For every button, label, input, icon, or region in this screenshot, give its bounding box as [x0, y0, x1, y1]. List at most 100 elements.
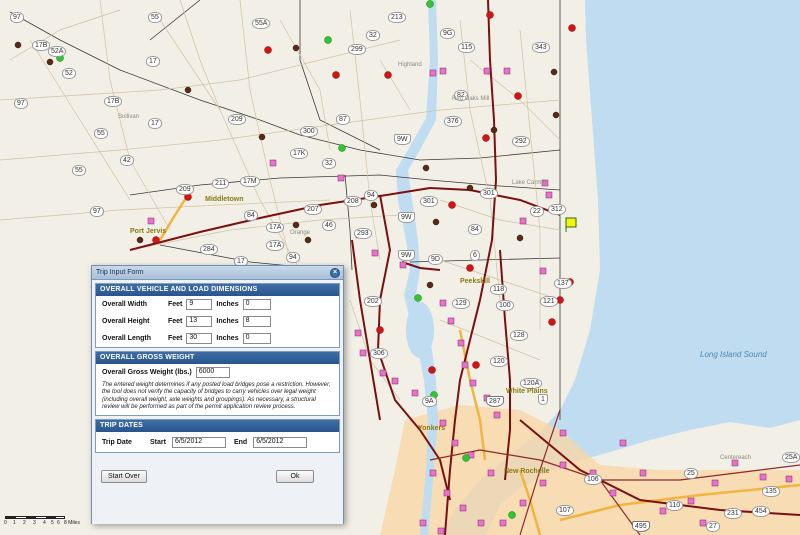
inches-label: Inches: [216, 335, 239, 342]
route-shield: 115: [458, 42, 476, 53]
scale-tick: 8 Miles: [64, 520, 80, 526]
route-shield: 52: [62, 68, 76, 79]
route-shield: 94: [286, 252, 300, 263]
height-row: Overall Height Feet 13 Inches 8: [96, 313, 339, 330]
route-shield: 284: [200, 244, 218, 255]
place-label: Centereach: [720, 455, 752, 461]
town-label: Port Jervis: [130, 228, 167, 235]
route-shield: 343: [532, 42, 550, 53]
width-inches-input[interactable]: 0: [242, 299, 271, 310]
length-row: Overall Length Feet 30 Inches 0: [96, 330, 339, 347]
width-feet-input[interactable]: 9: [186, 299, 213, 310]
route-shield: 120: [490, 356, 508, 367]
route-shield: 17B: [104, 96, 123, 107]
route-shield: 209: [176, 184, 194, 195]
route-shield: 9A: [422, 396, 437, 407]
route-shield: 55: [148, 12, 162, 23]
weight-section: OVERALL GROSS WEIGHT Overall Gross Weigh…: [95, 351, 340, 417]
route-shield: 287: [486, 396, 504, 407]
route-shield: 300: [300, 126, 318, 137]
ok-button[interactable]: Ok: [276, 470, 314, 484]
route-shield: 301: [480, 188, 498, 199]
start-over-button[interactable]: Start Over: [101, 470, 147, 484]
route-shield: 128: [510, 330, 528, 341]
long-island-sound-label: Long Island Sound: [700, 350, 767, 359]
weight-row: Overall Gross Weight (lbs.) 6000: [96, 364, 339, 381]
place-label: Lake Carmel: [512, 180, 547, 186]
gross-weight-label: Overall Gross Weight (lbs.): [102, 369, 192, 376]
width-label: Overall Width: [102, 301, 148, 308]
route-shield: 9W: [398, 250, 415, 261]
route-shield: 1: [538, 394, 548, 405]
height-inches-input[interactable]: 8: [242, 316, 271, 327]
route-shield: 299: [348, 44, 366, 55]
route-shield: 293: [354, 228, 372, 239]
scale-tick: 3: [33, 520, 36, 526]
end-date-input[interactable]: 6/5/2012: [253, 436, 308, 448]
route-shield: 292: [512, 136, 530, 147]
route-shield: 213: [388, 12, 406, 23]
route-shield: 22: [530, 206, 544, 217]
route-shield: 27: [706, 521, 720, 532]
route-shield: 118: [490, 284, 508, 295]
end-label: End: [233, 438, 248, 446]
route-shield: 312: [548, 204, 566, 215]
route-shield: 52A: [48, 46, 67, 57]
town-label: Middletown: [205, 196, 244, 203]
dimensions-section: OVERALL VEHICLE AND LOAD DIMENSIONS Over…: [95, 283, 340, 348]
place-label: Sullivan: [118, 114, 140, 120]
route-shield: 107: [556, 505, 574, 516]
route-shield: 17: [146, 56, 160, 67]
form-title: Trip Input Form: [96, 269, 144, 276]
scale-tick: 4: [43, 520, 46, 526]
route-shield: 376: [444, 116, 462, 127]
scale-tick: 2: [23, 520, 26, 526]
start-label: Start: [150, 438, 166, 446]
route-shield: 94: [364, 190, 378, 201]
route-shield: 110: [666, 500, 684, 511]
place-label: Red Oaks Mill: [452, 96, 490, 102]
route-shield: 231: [724, 508, 742, 519]
height-feet-input[interactable]: 13: [186, 316, 213, 327]
form-body: OVERALL VEHICLE AND LOAD DIMENSIONS Over…: [92, 280, 343, 524]
route-shield: 87: [336, 114, 350, 125]
trip-date-row: Trip Date Start 6/5/2012 End 6/5/2012: [96, 432, 339, 452]
scale-tick: 6: [57, 520, 60, 526]
scale-tick: 5: [51, 520, 54, 526]
feet-label: Feet: [168, 301, 183, 308]
route-shield: 208: [344, 196, 362, 207]
route-shield: 97: [10, 12, 24, 23]
height-label: Overall Height: [102, 318, 150, 325]
route-shield: 9W: [398, 212, 415, 223]
route-shield: 121: [540, 296, 558, 307]
route-shield: 17M: [240, 176, 260, 187]
dates-section: TRIP DATES Trip Date Start 6/5/2012 End …: [95, 419, 340, 454]
length-inches-input[interactable]: 0: [242, 333, 271, 344]
route-shield: 129: [452, 298, 470, 309]
route-shield: 9G: [440, 28, 456, 39]
tappan-zee: [406, 302, 434, 358]
feet-label: Feet: [168, 318, 183, 325]
map-scale-bar: 0 1 2 3 4 5 6 8 Miles: [4, 516, 85, 528]
route-shield: 17: [148, 118, 162, 129]
form-titlebar[interactable]: Trip Input Form ×: [92, 266, 343, 280]
route-shield: 25A: [782, 452, 800, 463]
route-shield: 495: [632, 521, 650, 532]
place-label: Orange: [290, 230, 311, 236]
town-label: Yonkers: [418, 425, 446, 432]
feet-label: Feet: [168, 335, 183, 342]
close-icon[interactable]: ×: [330, 267, 340, 278]
scale-tick: 0: [4, 520, 7, 526]
gross-weight-input[interactable]: 6000: [195, 367, 230, 378]
width-row: Overall Width Feet 9 Inches 0: [96, 296, 339, 313]
route-shield: 100: [496, 300, 514, 311]
route-shield: 97: [90, 206, 104, 217]
scale-bar-graphic: [5, 516, 65, 519]
route-shield: 84: [468, 224, 482, 235]
start-date-input[interactable]: 6/5/2012: [171, 436, 226, 448]
route-shield: 135: [762, 486, 780, 497]
length-feet-input[interactable]: 30: [186, 333, 213, 344]
route-shield: 209: [228, 114, 246, 125]
dates-header: TRIP DATES: [96, 420, 339, 433]
route-shield: 211: [212, 178, 230, 189]
